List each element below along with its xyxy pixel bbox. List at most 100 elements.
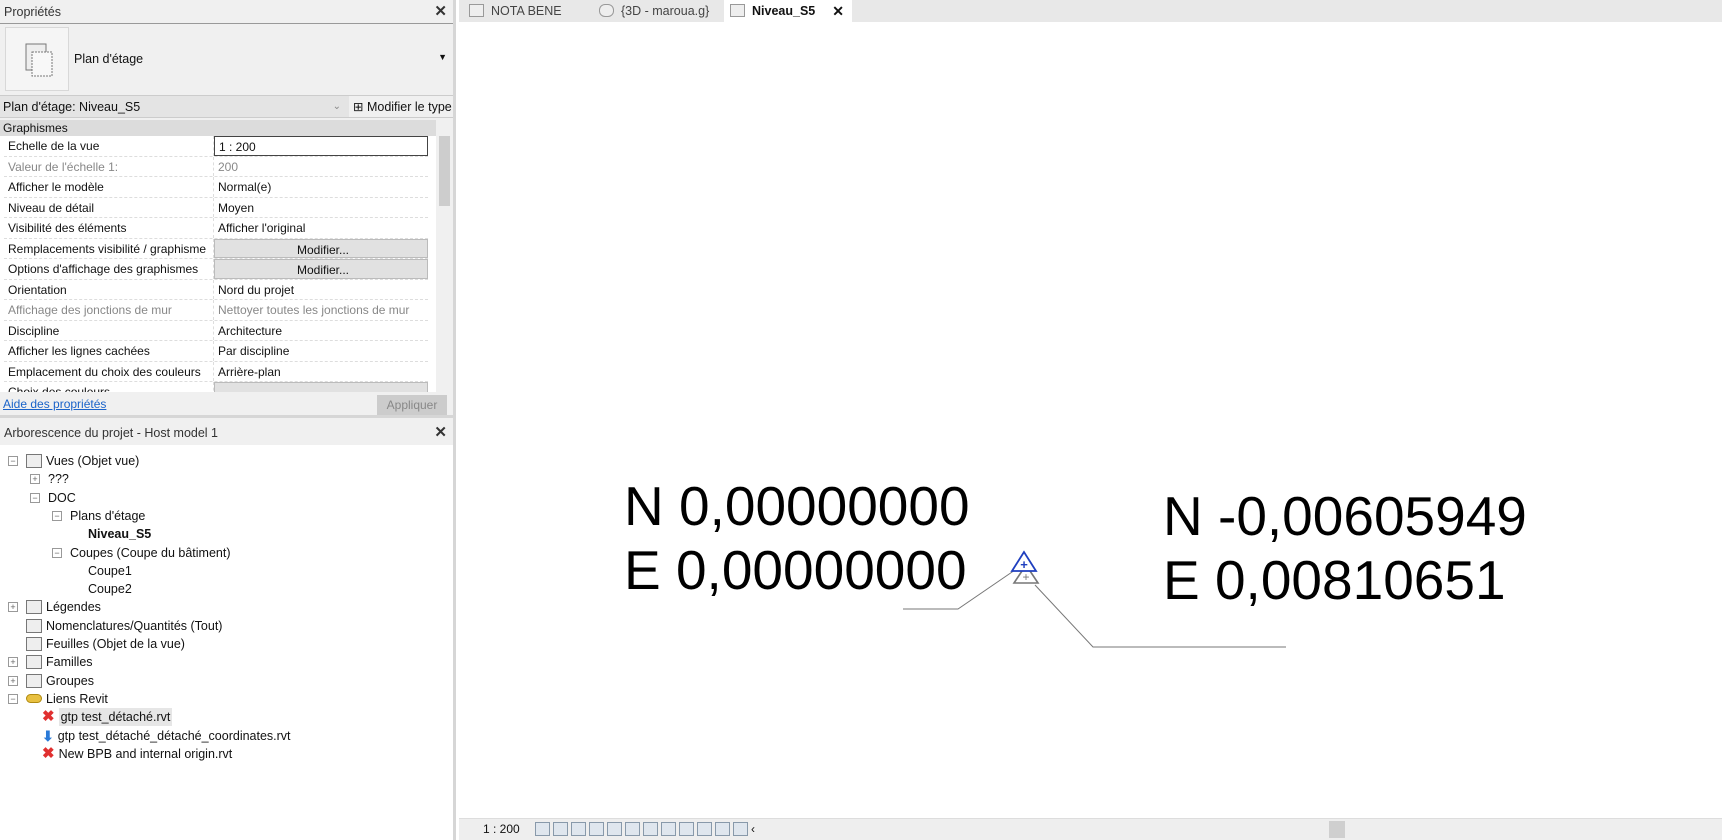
tree-item[interactable]: − DOC	[30, 489, 76, 507]
tree-item[interactable]: Feuilles (Objet de la vue)	[8, 635, 185, 653]
edit-type-button[interactable]: ⊞ Modifier le type	[349, 96, 453, 117]
type-selector[interactable]: Plan d'étage ▼	[0, 24, 453, 96]
property-value[interactable]: Modifier...	[214, 259, 428, 279]
tree-item-label: Nomenclatures/Quantités (Tout)	[46, 618, 223, 633]
tree-item[interactable]: + Légendes	[8, 598, 101, 616]
property-value[interactable]: Normal(e)	[214, 177, 428, 197]
tree-item[interactable]: Coupe2	[88, 580, 132, 598]
floor-plan-icon	[730, 4, 745, 17]
scroll-thumb[interactable]	[439, 136, 450, 206]
property-row: Visibilité des éléments Afficher l'origin…	[4, 218, 428, 239]
group-graphismes[interactable]: Graphismes	[0, 120, 436, 136]
temporary-hide-icon[interactable]	[661, 822, 676, 836]
tree-item-label: Coupe1	[88, 563, 132, 578]
tree-item[interactable]: + Groupes	[8, 672, 94, 690]
property-value[interactable]: Nord du projet	[214, 280, 428, 300]
views-icon	[26, 454, 42, 468]
horizontal-scroll-thumb[interactable]	[1329, 821, 1345, 838]
tree-item[interactable]: Coupe1	[88, 562, 132, 580]
dropdown-arrow-icon[interactable]: ▼	[438, 52, 447, 62]
property-value[interactable]: Afficher l'original	[214, 218, 428, 238]
tab-label: Niveau_S5	[752, 4, 816, 18]
tree-item-label: New BPB and internal origin.rvt	[58, 746, 233, 761]
property-value[interactable]: Modifier...	[214, 238, 428, 258]
collapse-icon[interactable]: −	[8, 456, 18, 466]
leaders: + +	[903, 550, 1286, 648]
property-row: Options d'affichage des graphismes Modifi…	[4, 259, 428, 280]
tree-item-label: Groupes	[46, 673, 94, 688]
close-icon[interactable]: ✕	[434, 421, 447, 445]
view-tabs: NOTA BENE {3D - maroua.g} Niveau_S5 ✕	[459, 0, 1722, 22]
property-key: Afficher les lignes cachées	[4, 341, 214, 361]
property-row: Affichage des jonctions de mur Nettoyer t…	[4, 300, 428, 321]
sun-path-icon[interactable]	[571, 822, 586, 836]
properties-help-link[interactable]: Aide des propriétés	[3, 397, 106, 411]
chevron-left-icon[interactable]: ‹	[751, 822, 755, 836]
close-icon[interactable]: ✕	[832, 0, 844, 22]
expand-icon[interactable]: +	[30, 474, 40, 485]
tree-item[interactable]: + Familles	[8, 653, 93, 671]
collapse-icon[interactable]: −	[30, 492, 40, 503]
tab-label: {3D - maroua.g}	[621, 4, 710, 18]
property-value[interactable]: Architecture	[214, 321, 428, 341]
tree-item[interactable]: − Liens Revit	[8, 690, 108, 708]
tree-item[interactable]: ✖ gtp test_détaché.rvt	[42, 708, 173, 727]
tree-item[interactable]: ⬇ gtp test_détaché_détaché_coordinates.rv…	[42, 727, 291, 745]
detail-level-icon[interactable]	[535, 822, 550, 836]
tree-item-label: Liens Revit	[46, 691, 108, 706]
analytical-model-icon[interactable]	[715, 822, 730, 836]
visual-style-icon[interactable]	[553, 822, 568, 836]
properties-title: Propriétés	[4, 5, 61, 19]
expand-icon[interactable]: +	[8, 657, 18, 668]
property-value[interactable]: Moyen	[214, 198, 428, 218]
tree-item[interactable]: − Coupes (Coupe du bâtiment)	[52, 544, 231, 562]
crop-view-icon[interactable]	[607, 822, 622, 836]
collapse-icon[interactable]: −	[52, 510, 62, 521]
tree-item-label: Coupes (Coupe du bâtiment)	[70, 545, 231, 560]
view-scale[interactable]: 1 : 200	[483, 822, 520, 836]
unlock-3d-icon[interactable]	[643, 822, 658, 836]
show-crop-region-icon[interactable]	[625, 822, 640, 836]
properties-scrollbar[interactable]	[436, 120, 453, 392]
tab-nota-bene[interactable]: NOTA BENE	[463, 0, 593, 22]
collapse-icon[interactable]: −	[52, 547, 62, 558]
tree-item[interactable]: Nomenclatures/Quantités (Tout)	[8, 617, 222, 635]
tab-niveau-s5[interactable]: Niveau_S5 ✕	[724, 0, 852, 22]
svg-text:+: +	[1022, 570, 1029, 584]
tree-item[interactable]: Niveau_S5	[88, 525, 151, 543]
property-value[interactable]: ...	[214, 382, 428, 392]
property-row: Discipline Architecture	[4, 320, 428, 341]
collapse-icon[interactable]: −	[8, 693, 18, 704]
close-icon[interactable]: ✕	[434, 0, 447, 24]
sheet-icon	[26, 637, 42, 651]
property-row: Afficher le modèle Normal(e)	[4, 177, 428, 198]
view-control-bar: 1 : 200 ‹	[459, 818, 1722, 840]
property-key: Emplacement du choix des couleurs	[4, 361, 214, 381]
tree-item[interactable]: +???	[30, 470, 69, 488]
property-row: Niveau de détail Moyen	[4, 197, 428, 218]
tree-item[interactable]: − Plans d'étage	[52, 507, 145, 525]
constraints-icon[interactable]	[733, 822, 748, 836]
temporary-view-properties-icon[interactable]	[697, 822, 712, 836]
property-value[interactable]: 1 : 200	[214, 136, 428, 156]
shadows-icon[interactable]	[589, 822, 604, 836]
property-row: Orientation Nord du projet	[4, 279, 428, 300]
property-value[interactable]: Arrière-plan	[214, 362, 428, 382]
property-value[interactable]: Nettoyer toutes les jonctions de mur	[214, 300, 428, 320]
tree-item[interactable]: − Vues (Objet vue)	[8, 452, 139, 470]
apply-button[interactable]: Appliquer	[377, 395, 447, 415]
property-row: Afficher les lignes cachées Par disciplin…	[4, 341, 428, 362]
properties-header: Propriétés ✕	[0, 0, 453, 24]
property-key: Options d'affichage des graphismes	[4, 259, 214, 279]
property-value[interactable]: Par discipline	[214, 341, 428, 361]
reveal-hidden-icon[interactable]	[679, 822, 694, 836]
left-panels: Propriétés ✕ Plan d'étage ▼ Plan d'étage…	[0, 0, 456, 840]
instance-selector[interactable]: Plan d'étage: Niveau_S5 ⌄	[0, 96, 349, 117]
drawing-canvas[interactable]: N 0,00000000 E 0,00000000 N -0,00605949 E …	[459, 22, 1722, 818]
tree-item[interactable]: ✖ New BPB and internal origin.rvt	[42, 745, 232, 763]
expand-icon[interactable]: +	[8, 675, 18, 686]
expand-icon[interactable]: +	[8, 602, 18, 613]
tab-3d[interactable]: {3D - maroua.g}	[593, 0, 723, 22]
property-value[interactable]: 200	[214, 157, 428, 177]
property-key: Remplacements visibilité / graphisme	[4, 238, 214, 258]
